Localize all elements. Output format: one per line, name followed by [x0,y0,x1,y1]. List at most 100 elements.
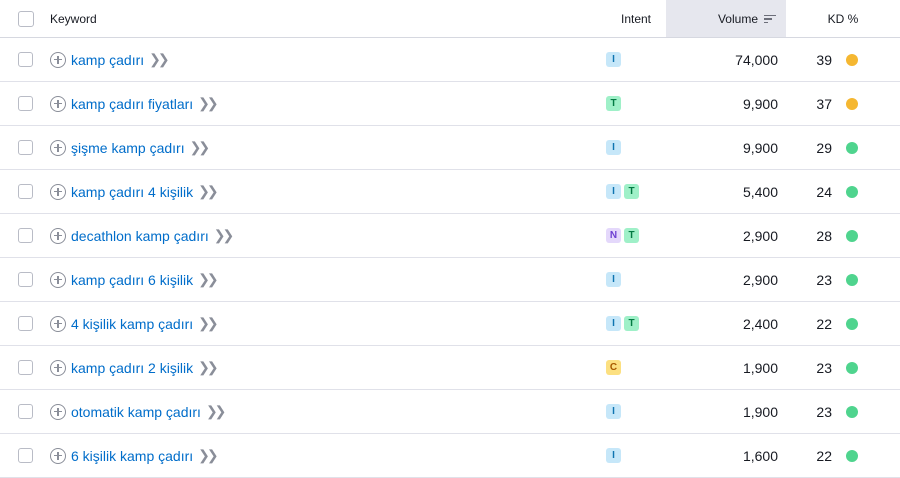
row-checkbox[interactable] [18,52,33,67]
row-select-cell [18,38,36,81]
volume-cell: 1,900 [666,390,786,433]
keyword-link[interactable]: kamp çadırı 6 kişilik [71,272,193,288]
volume-cell: 2,900 [666,214,786,257]
kd-value: 24 [816,183,832,200]
intent-cell: I [606,126,666,169]
intent-column-header[interactable]: Intent [606,0,666,37]
table-row: kamp çadırı 4 kişilik ❯❯ IT 5,400 24 [0,170,900,214]
chevron-double-right-icon[interactable]: ❯❯ [198,447,219,464]
kd-value: 22 [816,315,832,332]
table-row: otomatik kamp çadırı ❯❯ I 1,900 23 [0,390,900,434]
row-checkbox[interactable] [18,316,33,331]
keyword-link[interactable]: 4 kişilik kamp çadırı [71,316,193,332]
add-plus-icon[interactable] [50,51,66,68]
intent-badge[interactable]: N [606,228,621,243]
kd-difficulty-dot [846,361,858,374]
table-row: decathlon kamp çadırı ❯❯ NT 2,900 28 [0,214,900,258]
row-checkbox[interactable] [18,272,33,287]
kd-value: 23 [816,403,832,420]
volume-cell: 2,900 [666,258,786,301]
kd-difficulty-dot [846,97,858,110]
volume-value: 1,900 [742,359,778,376]
intent-badge[interactable]: I [606,184,621,199]
volume-cell: 1,600 [666,434,786,477]
intent-badge[interactable]: I [606,316,621,331]
chevron-double-right-icon[interactable]: ❯❯ [206,403,227,420]
add-plus-icon[interactable] [50,227,66,244]
keyword-link[interactable]: kamp çadırı 2 kişilik [71,360,193,376]
kd-cell: 29 [786,126,900,169]
kd-value: 22 [816,447,832,464]
intent-badge[interactable]: I [606,52,621,67]
kd-difficulty-dot [846,53,858,66]
intent-badge[interactable]: T [624,184,639,199]
intent-badge[interactable]: C [606,360,621,375]
add-plus-icon[interactable] [50,271,66,288]
chevron-double-right-icon[interactable]: ❯❯ [198,359,219,376]
volume-cell: 1,900 [666,346,786,389]
row-checkbox[interactable] [18,96,33,111]
kd-difficulty-dot [846,141,858,154]
table-row: kamp çadırı 6 kişilik ❯❯ I 2,900 23 [0,258,900,302]
volume-cell: 5,400 [666,170,786,213]
add-plus-icon[interactable] [50,95,66,112]
volume-cell: 9,900 [666,82,786,125]
intent-badge[interactable]: T [624,228,639,243]
keyword-link[interactable]: şişme kamp çadırı [71,140,185,156]
row-checkbox[interactable] [18,184,33,199]
kd-cell: 23 [786,390,900,433]
add-plus-icon[interactable] [50,359,66,376]
intent-badge[interactable]: I [606,448,621,463]
keyword-link[interactable]: 6 kişilik kamp çadırı [71,448,193,464]
keyword-column-header[interactable]: Keyword [50,0,590,37]
select-all-checkbox[interactable] [18,10,34,27]
volume-value: 1,600 [742,447,778,464]
intent-cell: I [606,390,666,433]
row-checkbox[interactable] [18,404,33,419]
chevron-double-right-icon[interactable]: ❯❯ [214,227,235,244]
intent-badge[interactable]: T [624,316,639,331]
volume-value: 9,900 [742,139,778,156]
sort-icon[interactable] [764,14,776,24]
add-plus-icon[interactable] [50,447,66,464]
intent-badge[interactable]: I [606,140,621,155]
keyword-cell: kamp çadırı 2 kişilik ❯❯ [50,346,590,389]
row-checkbox[interactable] [18,228,33,243]
chevron-double-right-icon[interactable]: ❯❯ [190,139,211,156]
intent-badge[interactable]: I [606,272,621,287]
row-checkbox[interactable] [18,140,33,155]
table-row: şişme kamp çadırı ❯❯ I 9,900 29 [0,126,900,170]
add-plus-icon[interactable] [50,139,66,156]
chevron-double-right-icon[interactable]: ❯❯ [149,51,170,68]
chevron-double-right-icon[interactable]: ❯❯ [198,315,219,332]
chevron-double-right-icon[interactable]: ❯❯ [198,271,219,288]
keyword-link[interactable]: decathlon kamp çadırı [71,228,209,244]
keyword-cell: 4 kişilik kamp çadırı ❯❯ [50,302,590,345]
row-checkbox[interactable] [18,360,33,375]
keyword-link[interactable]: kamp çadırı [71,52,144,68]
add-plus-icon[interactable] [50,403,66,420]
kd-value: 37 [816,95,832,112]
kd-cell: 37 [786,82,900,125]
chevron-double-right-icon[interactable]: ❯❯ [198,183,219,200]
intent-cell: I [606,38,666,81]
intent-cell: NT [606,214,666,257]
keyword-cell: otomatik kamp çadırı ❯❯ [50,390,590,433]
row-select-cell [18,346,36,389]
table-body: kamp çadırı ❯❯ I 74,000 39 kamp çadırı f… [0,38,900,478]
keyword-link[interactable]: otomatik kamp çadırı [71,404,201,420]
row-select-cell [18,126,36,169]
table-row: 6 kişilik kamp çadırı ❯❯ I 1,600 22 [0,434,900,478]
keyword-link[interactable]: kamp çadırı 4 kişilik [71,184,193,200]
kd-column-header[interactable]: KD % [786,0,900,37]
keyword-link[interactable]: kamp çadırı fiyatları [71,96,193,112]
chevron-double-right-icon[interactable]: ❯❯ [198,95,219,112]
add-plus-icon[interactable] [50,183,66,200]
intent-badge[interactable]: I [606,404,621,419]
intent-badge[interactable]: T [606,96,621,111]
kd-value: 29 [816,139,832,156]
table-row: kamp çadırı fiyatları ❯❯ T 9,900 37 [0,82,900,126]
row-checkbox[interactable] [18,448,33,463]
volume-column-header[interactable]: Volume [666,0,786,37]
add-plus-icon[interactable] [50,315,66,332]
